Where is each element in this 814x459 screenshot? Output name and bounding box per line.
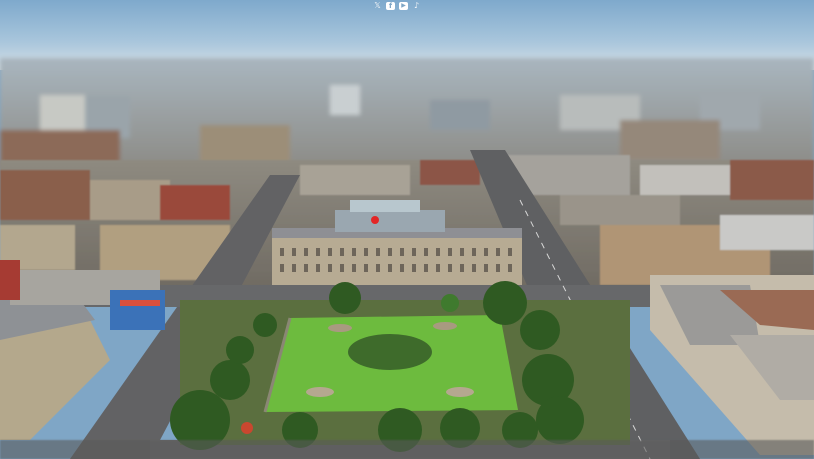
x-icon[interactable]: 𝕏 (373, 2, 382, 10)
red-marker (371, 216, 379, 224)
tiktok-icon[interactable]: ♪ (412, 2, 421, 10)
facebook-icon[interactable]: f (386, 2, 395, 10)
park-square (170, 281, 630, 452)
central-tree (348, 334, 432, 370)
youtube-icon[interactable]: ▶ (399, 2, 408, 10)
aerial-city-photo (0, 0, 814, 459)
social-icons-bar: 𝕏 f ▶ ♪ (373, 1, 421, 11)
distant-skyline (0, 58, 814, 170)
